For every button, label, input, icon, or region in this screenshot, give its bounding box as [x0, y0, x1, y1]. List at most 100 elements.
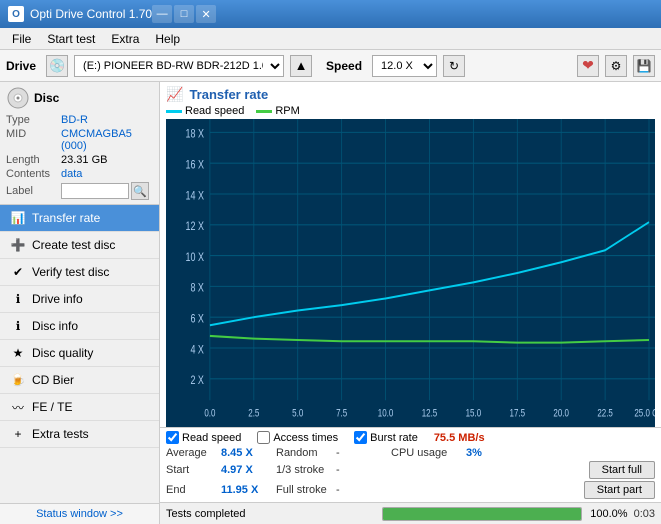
disc-header: Disc [6, 86, 153, 110]
cpu-label: CPU usage [391, 447, 466, 459]
refresh-button[interactable]: ↻ [443, 55, 465, 77]
nav-disc-quality-label: Disc quality [32, 346, 93, 360]
mid-value: CMCMAGBA5 (000) [61, 128, 153, 152]
save-button[interactable]: 💾 [633, 55, 655, 77]
burst-rate-checkbox-item[interactable]: Burst rate [354, 431, 418, 444]
legend-rpm: RPM [256, 105, 299, 117]
nav-disc-info[interactable]: ℹ Disc info [0, 313, 159, 340]
label-input[interactable] [61, 183, 129, 199]
svg-text:16 X: 16 X [185, 158, 203, 172]
svg-text:22.5: 22.5 [597, 407, 613, 419]
start-full-button[interactable]: Start full [589, 461, 655, 479]
progress-percent: 100.0% [588, 508, 628, 520]
app-icon: O [8, 6, 24, 22]
svg-text:4 X: 4 X [190, 343, 203, 357]
random-label: Random [276, 447, 336, 459]
mid-label: MID [6, 128, 61, 152]
status-window-button[interactable]: Status window >> [0, 503, 159, 524]
read-speed-checkbox-item[interactable]: Read speed [166, 431, 241, 444]
menu-extra[interactable]: Extra [103, 30, 147, 48]
type-row: Type BD-R [6, 114, 153, 126]
nav-fe-te-label: FE / TE [32, 400, 72, 414]
start-value: 4.97 X [221, 464, 276, 476]
contents-label: Contents [6, 168, 61, 180]
nav-extra-tests-label: Extra tests [32, 427, 89, 441]
cd-bier-icon: 🍺 [10, 372, 26, 388]
burst-rate-value: 75.5 MB/s [434, 432, 485, 444]
disc-quality-icon: ★ [10, 345, 26, 361]
right-panel: 📈 Transfer rate Read speed RPM [160, 82, 661, 524]
eject-button[interactable]: ▲ [290, 55, 312, 77]
verify-disc-icon: ✔ [10, 264, 26, 280]
menu-help[interactable]: Help [147, 30, 188, 48]
window-title: Opti Drive Control 1.70 [30, 7, 152, 21]
status-text: Tests completed [166, 508, 376, 520]
end-label: End [166, 484, 221, 496]
disc-svg-icon [6, 86, 30, 110]
time-display: 0:03 [634, 508, 655, 520]
nav-verify-test-disc[interactable]: ✔ Verify test disc [0, 259, 159, 286]
fe-te-icon: 〰 [10, 399, 26, 415]
nav-create-test-disc[interactable]: ➕ Create test disc [0, 232, 159, 259]
nav-transfer-rate[interactable]: 📊 Transfer rate [0, 205, 159, 232]
nav-drive-info-label: Drive info [32, 292, 83, 306]
length-label: Length [6, 154, 61, 166]
svg-text:20.0: 20.0 [553, 407, 569, 419]
mid-row: MID CMCMAGBA5 (000) [6, 128, 153, 152]
burst-rate-cb-label: Burst rate [370, 432, 418, 444]
access-times-checkbox-item[interactable]: Access times [257, 431, 338, 444]
close-button[interactable]: ✕ [196, 5, 216, 23]
transfer-rate-icon: 📊 [10, 210, 26, 226]
read-speed-cb-label: Read speed [182, 432, 241, 444]
start-part-button[interactable]: Start part [584, 481, 655, 499]
svg-text:2 X: 2 X [190, 374, 203, 388]
disc-info-icon: ℹ [10, 318, 26, 334]
label-button[interactable]: 🔍 [131, 182, 149, 200]
progress-bar [382, 507, 582, 521]
nav-cd-bier[interactable]: 🍺 CD Bier [0, 367, 159, 394]
nav-disc-quality[interactable]: ★ Disc quality [0, 340, 159, 367]
maximize-button[interactable]: □ [174, 5, 194, 23]
stroke1-label: 1/3 stroke [276, 464, 336, 476]
end-value: 11.95 X [221, 484, 276, 496]
read-speed-checkbox[interactable] [166, 431, 179, 444]
nav-drive-info[interactable]: ℹ Drive info [0, 286, 159, 313]
progress-fill [383, 508, 581, 520]
read-speed-color [166, 110, 182, 113]
window-controls: — □ ✕ [152, 5, 216, 23]
stats-rows: Average 8.45 X Random - CPU usage 3% Sta… [166, 447, 655, 499]
nav-extra-tests[interactable]: + Extra tests [0, 421, 159, 448]
favorites-button[interactable]: ❤ [577, 55, 599, 77]
settings-button[interactable]: ⚙ [605, 55, 627, 77]
length-value: 23.31 GB [61, 154, 107, 166]
start-label: Start [166, 464, 221, 476]
svg-text:25.0 GB: 25.0 GB [634, 407, 655, 419]
disc-section: Disc Type BD-R MID CMCMAGBA5 (000) Lengt… [0, 82, 159, 205]
full-stroke-value: - [336, 484, 391, 496]
chart-checkboxes: Read speed Access times Burst rate 75.5 … [166, 431, 655, 444]
burst-rate-checkbox[interactable] [354, 431, 367, 444]
drive-icon-btn[interactable]: 💿 [46, 55, 68, 77]
nav-fe-te[interactable]: 〰 FE / TE [0, 394, 159, 421]
contents-value: data [61, 168, 82, 180]
contents-row: Contents data [6, 168, 153, 180]
access-times-checkbox[interactable] [257, 431, 270, 444]
menu-start-test[interactable]: Start test [39, 30, 103, 48]
speed-select[interactable]: 12.0 X ↓ [372, 55, 437, 77]
drive-select[interactable]: ​(E:) PIONEER BD-RW BDR-212D 1.00 [74, 55, 284, 77]
random-value: - [336, 447, 391, 459]
stats-row-3: End 11.95 X Full stroke - Start part [166, 481, 655, 499]
svg-text:18 X: 18 X [185, 128, 203, 142]
titlebar: O Opti Drive Control 1.70 — □ ✕ [0, 0, 661, 28]
minimize-button[interactable]: — [152, 5, 172, 23]
nav-cd-bier-label: CD Bier [32, 373, 74, 387]
stats-area: Read speed Access times Burst rate 75.5 … [160, 427, 661, 502]
menu-file[interactable]: File [4, 30, 39, 48]
nav-menu: 📊 Transfer rate ➕ Create test disc ✔ Ver… [0, 205, 159, 503]
chart-title-icon: 📈 [166, 86, 183, 103]
transfer-rate-chart: 18 X 16 X 14 X 12 X 10 X 8 X 6 X 4 X 2 X… [166, 119, 655, 427]
legend-rpm-label: RPM [275, 105, 299, 117]
disc-icon: 💿 [49, 58, 65, 74]
cpu-value: 3% [466, 447, 482, 459]
toolbar: Drive 💿 ​(E:) PIONEER BD-RW BDR-212D 1.0… [0, 50, 661, 82]
